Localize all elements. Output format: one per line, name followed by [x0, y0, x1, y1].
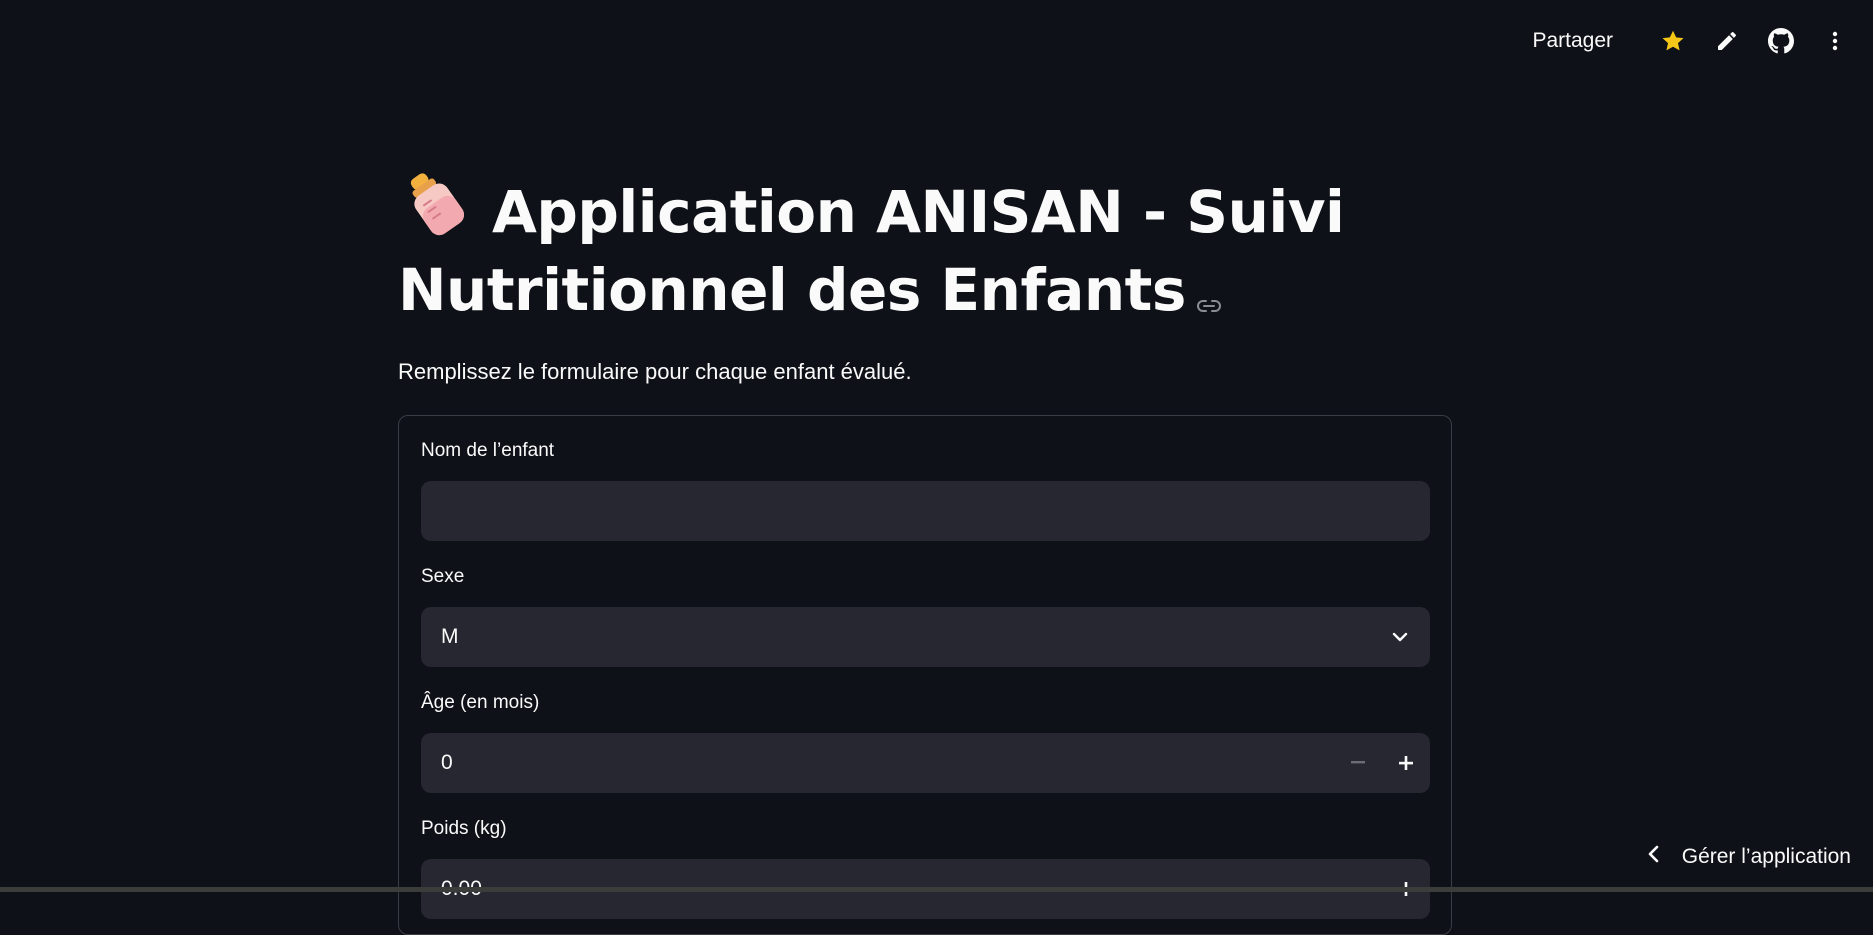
page-subtitle: Remplissez le formulaire pour chaque enf… — [398, 359, 1454, 385]
baby-bottle-icon — [398, 168, 474, 238]
name-label: Nom de l’enfant — [421, 440, 554, 462]
edit-icon[interactable] — [1709, 23, 1745, 59]
page-title: Application ANISAN - Suivi Nutritionnel … — [398, 168, 1454, 333]
chevron-down-icon[interactable] — [1390, 627, 1410, 652]
chevron-left-icon — [1646, 844, 1660, 870]
main-content: Application ANISAN - Suivi Nutritionnel … — [398, 168, 1454, 385]
share-button[interactable]: Partager — [1532, 29, 1613, 53]
sex-value: M — [441, 607, 459, 667]
title-line-1: Application ANISAN - Suivi — [492, 178, 1344, 246]
manage-app-label: Gérer l’application — [1682, 845, 1851, 869]
weight-label: Poids (kg) — [421, 818, 507, 840]
age-increment-button[interactable] — [1384, 733, 1428, 793]
app-header: Partager — [0, 0, 1873, 80]
age-value: 0 — [441, 733, 453, 793]
age-decrement-button[interactable] — [1336, 733, 1380, 793]
manage-app-button[interactable]: Gérer l’application — [1646, 844, 1851, 870]
link-icon[interactable] — [1196, 255, 1222, 333]
age-input[interactable]: 0 — [421, 733, 1430, 793]
more-vertical-icon[interactable] — [1817, 23, 1853, 59]
star-icon[interactable] — [1655, 23, 1691, 59]
bottom-scroll-bar — [0, 887, 1873, 892]
github-icon[interactable] — [1763, 23, 1799, 59]
age-label: Âge (en mois) — [421, 692, 539, 714]
title-line-2: Nutritionnel des Enfants — [398, 256, 1186, 324]
toolbar: Partager — [1532, 22, 1853, 60]
sex-select[interactable]: M — [421, 607, 1430, 667]
child-form: Nom de l’enfant Sexe M Âge (en mois) 0 P… — [398, 415, 1452, 935]
sex-label: Sexe — [421, 566, 464, 588]
name-input[interactable] — [421, 481, 1430, 541]
